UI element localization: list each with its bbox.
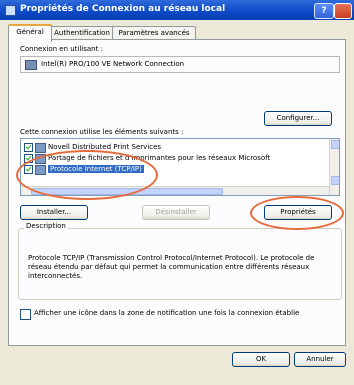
protocol-icon xyxy=(35,164,46,175)
title-bar: Propriétés de Connexion au réseau local … xyxy=(0,0,354,20)
properties-button[interactable]: Propriétés xyxy=(264,205,332,220)
list-item[interactable]: Protocole Internet (TCP/IP) xyxy=(24,164,314,175)
components-label: Cette connexion utilise les éléments sui… xyxy=(20,128,184,136)
list-item[interactable]: Partage de fichiers et d'imprimantes pou… xyxy=(24,153,314,164)
close-button[interactable] xyxy=(334,3,352,19)
tab-advanced[interactable]: Paramètres avancés xyxy=(112,26,196,40)
ok-button[interactable]: OK xyxy=(232,352,290,367)
components-list[interactable]: Novell Distributed Print Services Partag… xyxy=(20,138,340,196)
window-title: Propriétés de Connexion au réseau local xyxy=(20,4,226,14)
adapter-field: Intel(R) PRO/100 VE Network Connection xyxy=(20,56,340,73)
scroll-up-arrow[interactable] xyxy=(331,140,339,149)
component-checkbox[interactable] xyxy=(24,165,33,174)
adapter-name: Intel(R) PRO/100 VE Network Connection xyxy=(41,60,185,68)
service-icon xyxy=(35,142,46,153)
connect-using-label: Connexion en utilisant : xyxy=(20,45,103,53)
list-item[interactable]: Novell Distributed Print Services xyxy=(24,142,314,153)
description-title: Description xyxy=(24,222,68,230)
install-button[interactable]: Installer... xyxy=(20,205,88,220)
component-checkbox[interactable] xyxy=(24,154,33,163)
network-connection-icon xyxy=(5,5,16,16)
help-button[interactable]: ? xyxy=(314,3,334,19)
uninstall-button[interactable]: Désinstaller xyxy=(142,205,210,220)
notify-checkbox[interactable] xyxy=(20,309,31,320)
horizontal-scrollbar[interactable] xyxy=(21,186,329,195)
tab-authentication[interactable]: Authentification xyxy=(50,26,114,40)
vertical-scrollbar[interactable] xyxy=(329,139,339,195)
service-icon xyxy=(35,153,46,164)
scrollbar-thumb[interactable] xyxy=(31,188,223,195)
tab-general[interactable]: Général xyxy=(8,24,52,42)
network-card-icon xyxy=(25,60,37,70)
cancel-button[interactable]: Annuler xyxy=(294,352,346,367)
notify-checkbox-label: Afficher une icône dans la zone de notif… xyxy=(34,309,300,317)
scroll-down-arrow[interactable] xyxy=(331,176,339,185)
configure-button[interactable]: Configurer... xyxy=(264,111,332,126)
description-text: Protocole TCP/IP (Transmission Control P… xyxy=(28,254,315,280)
component-checkbox[interactable] xyxy=(24,143,33,152)
